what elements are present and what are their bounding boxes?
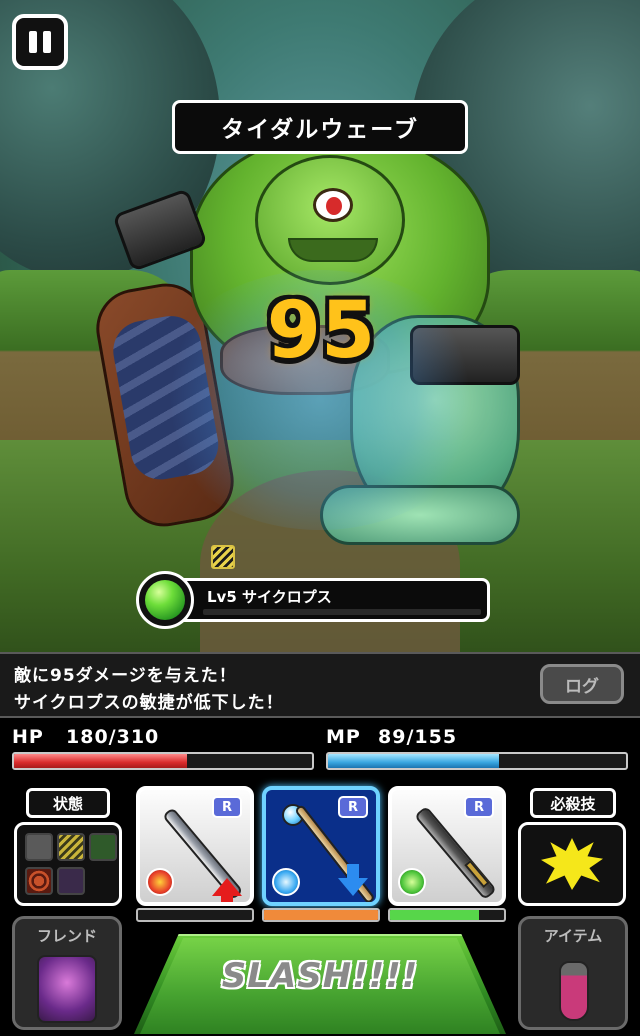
sleep-icon: [89, 833, 117, 861]
message-line-2: サイクロプスの敏捷が低下した！: [14, 693, 284, 713]
friend-portrait-icon: [37, 955, 97, 1023]
status-label: 状態: [26, 788, 110, 818]
agility-down-icon: [211, 545, 235, 569]
item-button[interactable]: アイテム: [518, 916, 628, 1030]
special-burst-icon: [541, 838, 603, 890]
enemy-hp-bar: [203, 609, 481, 615]
special-label: 必殺技: [530, 788, 616, 818]
weapon-gauge-greatsword: [388, 908, 506, 922]
enemy-info-bar: Lv5 サイクロプス: [176, 578, 490, 622]
stat-down-arrow-icon: [338, 864, 368, 896]
weapon-card-sword[interactable]: R: [136, 786, 254, 906]
enemy-name: Lv5 サイクロプス: [207, 588, 332, 606]
weapon-gauge-staff: [262, 908, 380, 922]
pause-icon-bar: [29, 31, 37, 53]
special-skill-button[interactable]: [518, 822, 626, 906]
weapon-card-staff[interactable]: R: [262, 786, 380, 906]
pause-button[interactable]: [12, 14, 68, 70]
hp-bar: [12, 752, 314, 770]
friend-button[interactable]: フレンド: [12, 916, 122, 1030]
slash-attack-button[interactable]: SLASH!!!!: [134, 934, 506, 1034]
wood-orb-icon: [136, 571, 194, 629]
zigzag-icon: [57, 833, 85, 861]
weapon-card-greatsword[interactable]: R: [388, 786, 506, 906]
fire-icon: [146, 868, 174, 896]
hp-label: HP: [12, 726, 44, 748]
mp-bar-fill: [328, 754, 500, 768]
rarity-badge: R: [338, 796, 368, 818]
mp-bar: [326, 752, 628, 770]
mp-label: MP: [326, 726, 361, 748]
message-line-1: 敵に95ダメージを与えた！: [14, 666, 237, 686]
spiral-icon: [25, 867, 53, 895]
monster-mouth: [288, 238, 378, 262]
item-label: アイテム: [543, 927, 603, 945]
skill-name-banner: タイダルウェーブ: [172, 100, 468, 154]
log-button[interactable]: ログ: [540, 664, 624, 704]
hp-bar-fill: [14, 754, 188, 768]
status-panel[interactable]: [14, 822, 122, 906]
damage-number: 95: [266, 286, 376, 376]
wood-icon: [398, 868, 426, 896]
stat-up-arrow-icon: [212, 878, 242, 902]
gauge-fill: [264, 910, 378, 920]
rarity-badge: R: [212, 796, 242, 818]
weapon-gauge-sword: [136, 908, 254, 922]
gauge-fill: [390, 910, 479, 920]
friend-label: フレンド: [36, 927, 97, 945]
monster-eye: [313, 188, 353, 222]
slash-label: SLASH!!!!: [221, 956, 419, 996]
pause-icon-bar: [43, 31, 51, 53]
potion-icon: [559, 961, 589, 1021]
dice-icon: [57, 867, 85, 895]
hp-value: 180/310: [66, 726, 160, 748]
eye-icon: [25, 833, 53, 861]
water-icon: [272, 868, 300, 896]
mp-value: 89/155: [378, 726, 458, 748]
monster-head: [255, 155, 405, 285]
rarity-badge: R: [464, 796, 494, 818]
